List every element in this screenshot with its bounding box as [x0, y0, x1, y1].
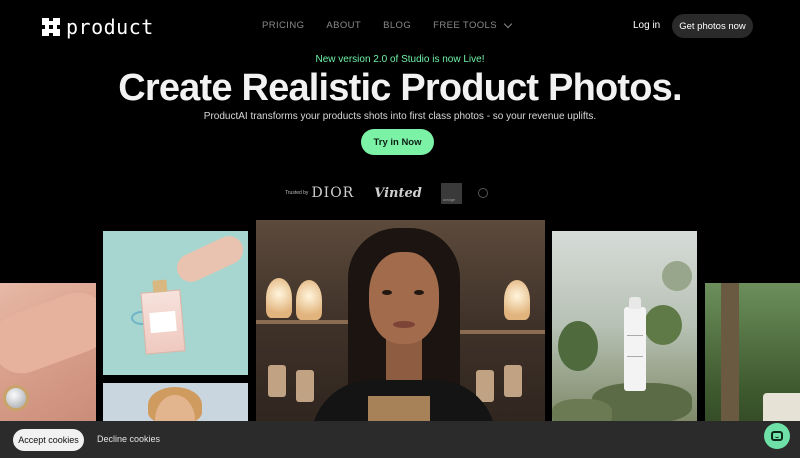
trusted-by-logos: Trusted by DIOR Vinted orange	[285, 181, 488, 205]
nav-link-free-tools[interactable]: FREE TOOLS	[433, 19, 513, 31]
nav-links: PRICING ABOUT BLOG FREE TOOLS	[262, 19, 533, 31]
orange-logo-text: orange	[442, 196, 456, 202]
logo-mark-icon	[42, 18, 60, 36]
dior-logo: DIOR	[311, 185, 355, 201]
nav-link-free-tools-label: FREE TOOLS	[433, 20, 497, 31]
cookie-banner: Accept cookies Decline cookies	[0, 421, 800, 458]
hero-headline: Create Realistic Product Photos.	[118, 67, 682, 109]
accept-cookies-button[interactable]: Accept cookies	[13, 429, 84, 451]
login-link[interactable]: Log in	[633, 20, 660, 31]
top-nav: product PRICING ABOUT BLOG FREE TOOLS Lo…	[0, 0, 800, 52]
ring-image	[3, 385, 29, 411]
nav-link-about[interactable]: ABOUT	[326, 20, 361, 31]
chevron-down-icon	[503, 19, 513, 29]
serum-forest-photo	[552, 231, 697, 421]
vinted-logo: Vinted	[374, 185, 422, 201]
get-photos-button[interactable]: Get photos now	[672, 14, 753, 38]
logo-text: product	[66, 15, 154, 39]
nav-link-blog[interactable]: BLOG	[383, 20, 411, 31]
nav-link-pricing[interactable]: PRICING	[262, 20, 304, 31]
partner-logo-icon	[477, 188, 488, 198]
hero-subheadline: ProductAI transforms your products shots…	[203, 111, 597, 122]
chat-icon	[771, 431, 783, 441]
perfume-photo	[103, 231, 248, 375]
announcement-text[interactable]: New version 2.0 of Studio is now Live!	[0, 54, 800, 65]
logo[interactable]: product	[42, 15, 154, 39]
serum-bottle	[624, 297, 646, 391]
orange-logo: orange	[440, 182, 462, 204]
decline-cookies-button[interactable]: Decline cookies	[97, 434, 160, 444]
trusted-label: Trusted by	[285, 190, 309, 196]
chat-button[interactable]	[764, 423, 790, 449]
partner-logo	[477, 188, 488, 198]
try-now-button[interactable]: Try in Now	[361, 129, 434, 155]
